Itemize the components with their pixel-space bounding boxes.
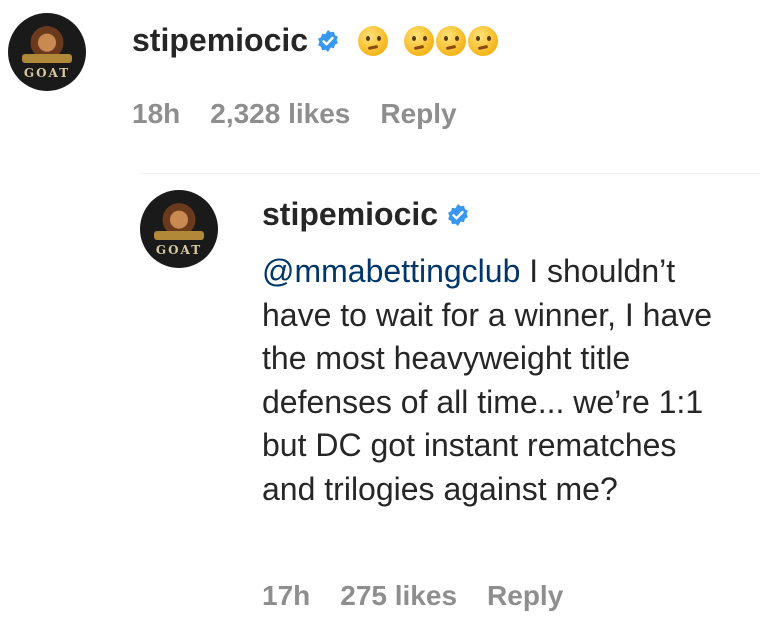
belt-graphic xyxy=(154,230,204,240)
belt-graphic xyxy=(22,53,72,63)
avatar[interactable]: GOAT xyxy=(140,190,218,268)
reply-text: I shouldn’t have to wait for a winner, I… xyxy=(262,253,713,507)
username-link[interactable]: stipemiocic xyxy=(262,196,438,233)
thinking-face-icon xyxy=(436,25,467,56)
reply-header: stipemiocic xyxy=(262,196,470,233)
divider xyxy=(140,173,760,174)
comment-header: stipemiocic xyxy=(132,22,500,59)
thinking-face-icon xyxy=(468,25,499,56)
verified-badge-icon xyxy=(448,203,468,226)
likes-count[interactable]: 2,328 likes xyxy=(210,98,350,130)
avatar-goat-text: GOAT xyxy=(155,243,203,258)
mention-link[interactable]: @mmabettingclub xyxy=(262,253,520,289)
thinking-face-icon xyxy=(404,25,435,56)
reply-body: @mmabettingclub I shouldn’t have to wait… xyxy=(262,250,732,511)
avatar[interactable]: GOAT xyxy=(8,13,86,91)
verified-badge-icon xyxy=(318,29,338,52)
thinking-face-icon xyxy=(358,25,389,56)
emoji-group xyxy=(358,25,500,56)
reply-button[interactable]: Reply xyxy=(380,98,456,130)
avatar-goat-text: GOAT xyxy=(23,66,71,81)
likes-count[interactable]: 275 likes xyxy=(340,580,457,612)
timestamp[interactable]: 17h xyxy=(262,580,310,612)
reply-meta: 17h 275 likes Reply xyxy=(262,580,563,612)
timestamp[interactable]: 18h xyxy=(132,98,180,130)
username-link[interactable]: stipemiocic xyxy=(132,22,308,59)
comment-meta: 18h 2,328 likes Reply xyxy=(132,98,457,130)
reply-button[interactable]: Reply xyxy=(487,580,563,612)
